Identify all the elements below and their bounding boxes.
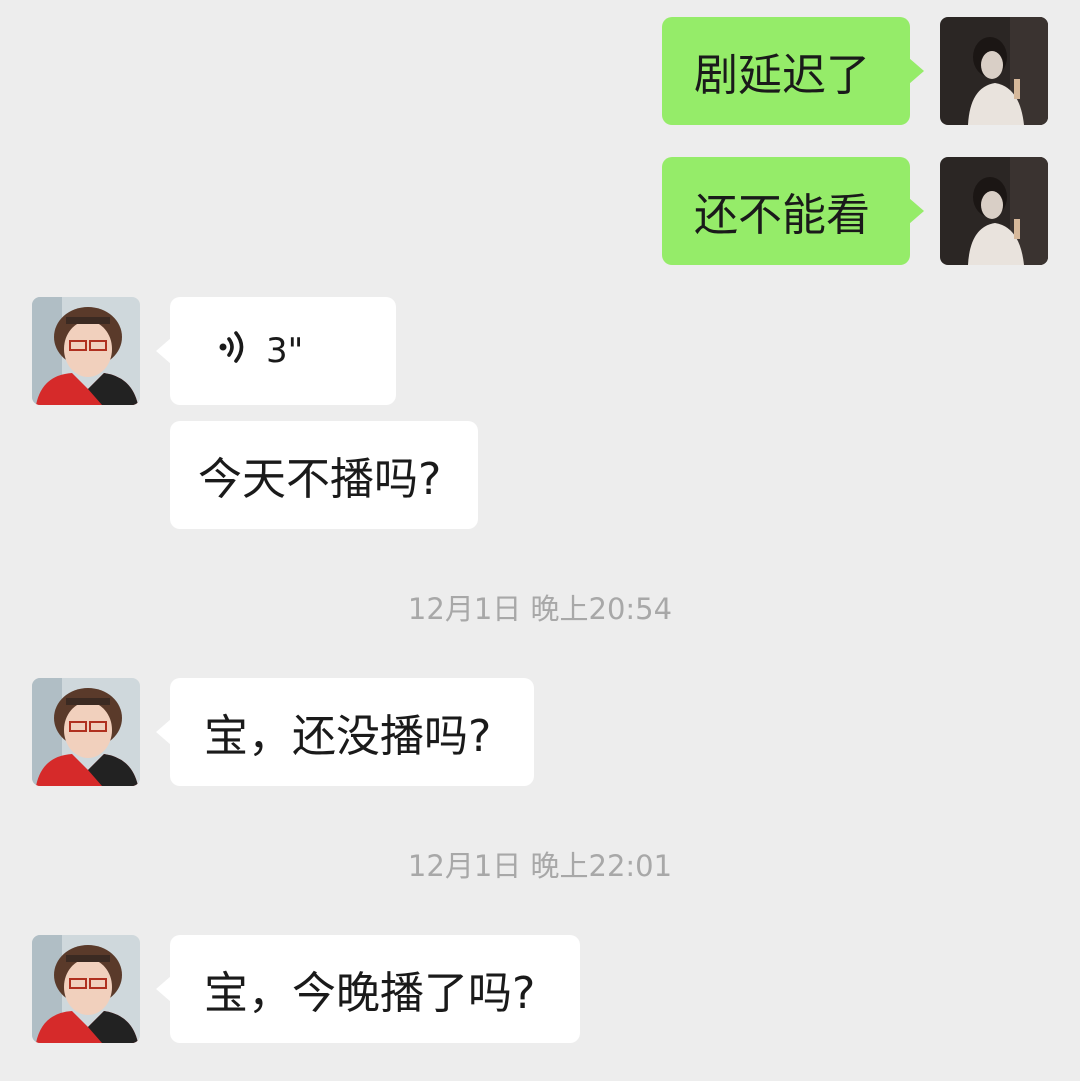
voice-wave-icon xyxy=(218,330,248,373)
bubble-tail xyxy=(156,338,171,364)
bubble-tail xyxy=(909,198,924,224)
message-text: 今天不播吗? xyxy=(198,454,442,505)
message-bubble-mine[interactable]: 剧延迟了 xyxy=(662,17,910,125)
message-bubble-other[interactable]: 宝，今晚播了吗? xyxy=(170,935,580,1043)
my-avatar[interactable] xyxy=(940,157,1048,265)
message-bubble-mine[interactable]: 还不能看 xyxy=(662,157,910,265)
contact-avatar[interactable] xyxy=(32,678,140,786)
bubble-tail xyxy=(909,58,924,84)
message-text: 宝，今晚播了吗? xyxy=(204,968,536,1019)
contact-avatar[interactable] xyxy=(32,297,140,405)
message-bubble-other[interactable]: 今天不播吗? xyxy=(170,421,478,529)
message-timestamp: 12月1日 晚上20:54 xyxy=(407,592,673,626)
my-avatar[interactable] xyxy=(940,17,1048,125)
message-text: 宝，还没播吗? xyxy=(204,711,492,762)
bubble-tail xyxy=(156,976,171,1002)
contact-avatar[interactable] xyxy=(32,935,140,1043)
voice-duration: 3" xyxy=(266,331,304,371)
bubble-tail xyxy=(156,719,171,745)
message-timestamp: 12月1日 晚上22:01 xyxy=(407,849,673,883)
message-text: 剧延迟了 xyxy=(694,50,870,101)
voice-message-bubble[interactable]: 3" xyxy=(170,297,396,405)
message-text: 还不能看 xyxy=(694,190,870,241)
message-bubble-other[interactable]: 宝，还没播吗? xyxy=(170,678,534,786)
